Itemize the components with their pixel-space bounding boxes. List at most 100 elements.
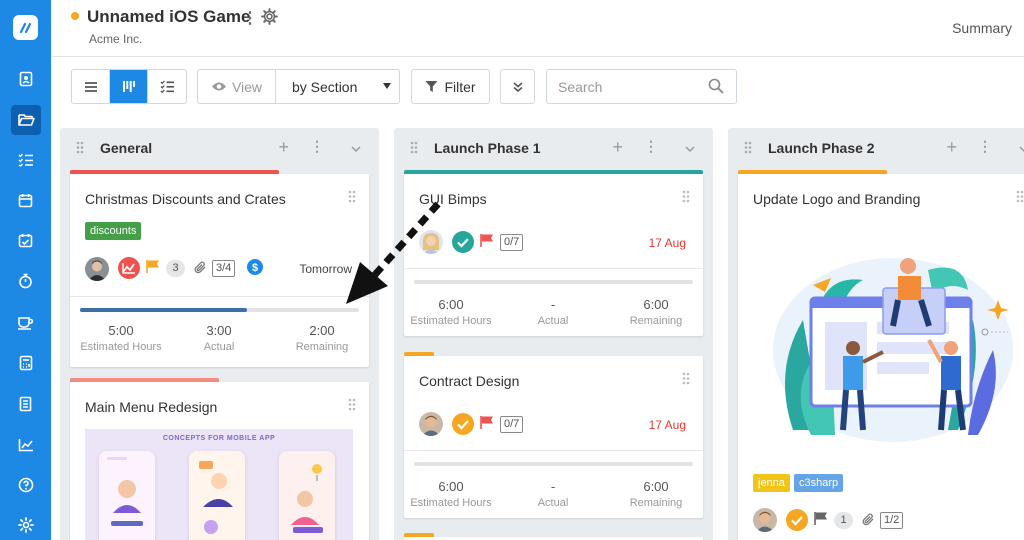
add-task-icon[interactable]: + — [278, 137, 289, 158]
checklist-view-button[interactable] — [148, 70, 186, 103]
time-progress-bar — [414, 462, 693, 466]
time-progress-bar — [80, 308, 359, 312]
in-progress-check-icon[interactable] — [786, 509, 808, 536]
task-title[interactable]: Update Logo and Branding — [753, 191, 920, 207]
task-title[interactable]: Contract Design — [419, 373, 519, 389]
comment-count[interactable]: 1 — [834, 512, 853, 529]
search-input[interactable] — [547, 70, 707, 103]
help-icon[interactable] — [0, 470, 51, 500]
company-name: Acme Inc. — [89, 32, 143, 46]
actual-hours: - Actual — [537, 479, 569, 509]
view-toggle[interactable]: View — [198, 70, 276, 103]
calendar-icon[interactable] — [0, 185, 51, 215]
section-more-icon[interactable]: ⋮ — [978, 138, 992, 155]
folder-icon[interactable] — [11, 105, 41, 135]
paperclip-icon[interactable] — [194, 261, 207, 280]
section-more-icon[interactable]: ⋮ — [310, 138, 324, 155]
phone-mockup-illustration — [279, 451, 335, 540]
card-divider — [404, 450, 703, 451]
flag-icon[interactable] — [480, 415, 494, 435]
card-divider — [404, 268, 703, 269]
contacts-icon[interactable] — [0, 64, 51, 94]
drag-handle-icon[interactable] — [76, 141, 84, 159]
actual-hours: - Actual — [537, 297, 569, 327]
task-card[interactable]: Update Logo and Branding jenna c3sharp 1… — [738, 170, 1024, 540]
checklist-progress[interactable]: 0/7 — [500, 416, 524, 433]
section-title: Launch Phase 2 — [768, 140, 875, 156]
checklist-progress[interactable]: 1/2 — [880, 512, 904, 529]
checklist-progress[interactable]: 0/7 — [500, 234, 524, 251]
flag-icon[interactable] — [480, 233, 494, 253]
avatar[interactable] — [85, 257, 109, 281]
filter-button[interactable]: Filter — [411, 69, 490, 104]
drag-handle-icon[interactable] — [410, 141, 418, 159]
document-icon[interactable] — [0, 389, 51, 419]
drag-handle-icon[interactable] — [348, 398, 356, 416]
coffee-icon[interactable] — [0, 307, 51, 337]
project-settings-icon[interactable] — [261, 8, 278, 30]
due-date: 17 Aug — [648, 236, 686, 250]
chevron-down-icon[interactable] — [351, 140, 361, 158]
task-card[interactable]: GUI Bimps 0/7 17 Aug 6:00 Estimated Hour… — [404, 170, 703, 336]
app-logo[interactable] — [13, 15, 38, 40]
gear-icon[interactable] — [0, 510, 51, 540]
card-cover-image[interactable]: CONCEPTS FOR MOBILE APP — [85, 429, 353, 540]
actual-hours: 3:00 Actual — [203, 323, 235, 353]
summary-link[interactable]: Summary — [952, 20, 1012, 36]
chevron-down-icon[interactable] — [685, 140, 695, 158]
chevron-down-icon[interactable] — [1019, 140, 1024, 158]
task-tag[interactable]: c3sharp — [794, 474, 844, 492]
funnel-icon — [425, 81, 438, 92]
drag-handle-icon[interactable] — [744, 141, 752, 159]
section-title: General — [100, 140, 153, 156]
drag-handle-icon[interactable] — [1016, 190, 1024, 208]
collapse-all-button[interactable] — [500, 69, 535, 104]
flag-icon[interactable] — [146, 259, 160, 279]
chart-icon[interactable] — [0, 430, 51, 460]
calendar-check-icon[interactable] — [0, 225, 51, 255]
branding-illustration[interactable] — [753, 230, 1023, 465]
comment-count[interactable]: 3 — [166, 260, 185, 277]
task-title[interactable]: Christmas Discounts and Crates — [85, 191, 286, 207]
paperclip-icon[interactable] — [862, 513, 875, 532]
phone-mockup-illustration — [189, 451, 245, 540]
drag-handle-icon[interactable] — [348, 190, 356, 208]
drag-handle-icon[interactable] — [682, 190, 690, 208]
search-box — [546, 69, 737, 104]
remaining-hours: 6:00 Remaining — [629, 297, 683, 327]
stopwatch-icon[interactable] — [0, 266, 51, 296]
task-title[interactable]: GUI Bimps — [419, 191, 487, 207]
avatar[interactable] — [419, 230, 443, 254]
card-color-bar — [404, 170, 703, 174]
checklist-progress[interactable]: 3/4 — [212, 260, 236, 277]
search-icon[interactable] — [708, 78, 724, 94]
in-progress-check-icon[interactable] — [452, 413, 474, 440]
completed-check-icon[interactable] — [452, 231, 474, 258]
task-title[interactable]: Main Menu Redesign — [85, 399, 217, 415]
section-header: Launch Phase 2 + ⋮ — [728, 128, 1024, 168]
task-tag[interactable]: jenna — [753, 474, 790, 492]
avatar[interactable] — [753, 508, 777, 532]
task-card[interactable]: Christmas Discounts and Crates discounts… — [70, 170, 369, 367]
project-status-dot — [71, 12, 79, 20]
task-card[interactable]: Contract Design 0/7 17 Aug 6:00 Estimate… — [404, 352, 703, 518]
board-view-button[interactable] — [110, 70, 148, 103]
svg-text:$: $ — [252, 262, 258, 274]
project-title[interactable]: Unnamed iOS Game — [87, 7, 250, 27]
project-more-icon[interactable]: ⋮ — [242, 8, 258, 28]
add-task-icon[interactable]: + — [612, 137, 623, 158]
add-task-icon[interactable]: + — [946, 137, 957, 158]
task-tag[interactable]: discounts — [85, 222, 142, 240]
group-by-select[interactable]: by Section — [276, 70, 399, 103]
task-list-icon[interactable] — [0, 145, 51, 175]
task-card[interactable]: Main Menu Redesign CONCEPTS FOR MOBILE A… — [70, 378, 369, 540]
kanban-board: General + ⋮ Christmas Discounts and Crat… — [51, 128, 1024, 540]
remaining-hours: 2:00 Remaining — [295, 323, 349, 353]
filter-label: Filter — [444, 78, 476, 95]
list-view-button[interactable] — [72, 70, 110, 103]
drag-handle-icon[interactable] — [682, 372, 690, 390]
calculator-icon[interactable] — [0, 348, 51, 378]
flag-icon[interactable] — [814, 511, 828, 531]
section-more-icon[interactable]: ⋮ — [644, 138, 658, 155]
avatar[interactable] — [419, 412, 443, 436]
